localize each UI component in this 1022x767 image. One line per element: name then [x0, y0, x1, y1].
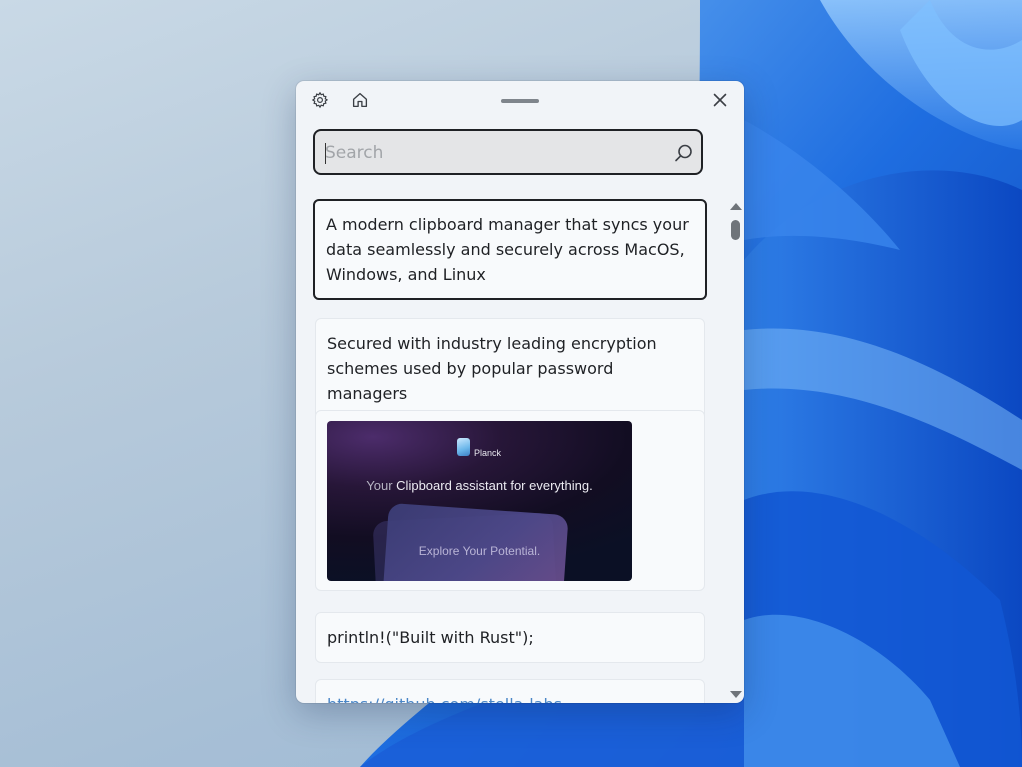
promo-brand: Planck [474, 448, 502, 458]
home-icon[interactable] [350, 90, 370, 110]
promo-cta: Explore Your Potential. [418, 544, 541, 558]
scrollbar[interactable] [726, 199, 744, 703]
clip-item-image[interactable]: Planck Your Clipboard assistant for ever… [315, 410, 705, 591]
close-icon[interactable] [710, 90, 730, 110]
text-caret [325, 143, 326, 164]
drag-handle[interactable] [501, 99, 539, 103]
promo-tagline: Your Clipboard assistant for everything. [366, 478, 593, 493]
clip-item-selected[interactable]: A modern clipboard manager that syncs yo… [313, 199, 707, 300]
search-icon[interactable] [674, 143, 694, 163]
clip-text: println!("Built with Rust"); [327, 628, 534, 647]
search-box[interactable] [313, 129, 703, 175]
clip-text: Secured with industry leading encryption… [327, 334, 657, 403]
clip-link[interactable]: https://github.com/stella-labs [327, 695, 562, 703]
clip-text: A modern clipboard manager that syncs yo… [326, 215, 689, 284]
gear-icon[interactable] [310, 90, 330, 110]
clip-item[interactable]: println!("Built with Rust"); [315, 612, 705, 663]
search-input[interactable] [325, 141, 655, 165]
clip-item-link[interactable]: https://github.com/stella-labs [315, 679, 705, 703]
clipboard-manager-window: A modern clipboard manager that syncs yo… [296, 81, 744, 703]
scroll-down-arrow-icon[interactable] [730, 691, 742, 698]
clipboard-history-list[interactable]: A modern clipboard manager that syncs yo… [296, 193, 726, 703]
title-bar[interactable] [296, 81, 744, 119]
scroll-up-arrow-icon[interactable] [730, 203, 742, 210]
scrollbar-thumb[interactable] [731, 220, 740, 240]
clip-item[interactable]: Secured with industry leading encryption… [315, 318, 705, 419]
clip-image-thumbnail: Planck Your Clipboard assistant for ever… [327, 421, 632, 581]
planck-logo [457, 438, 470, 456]
